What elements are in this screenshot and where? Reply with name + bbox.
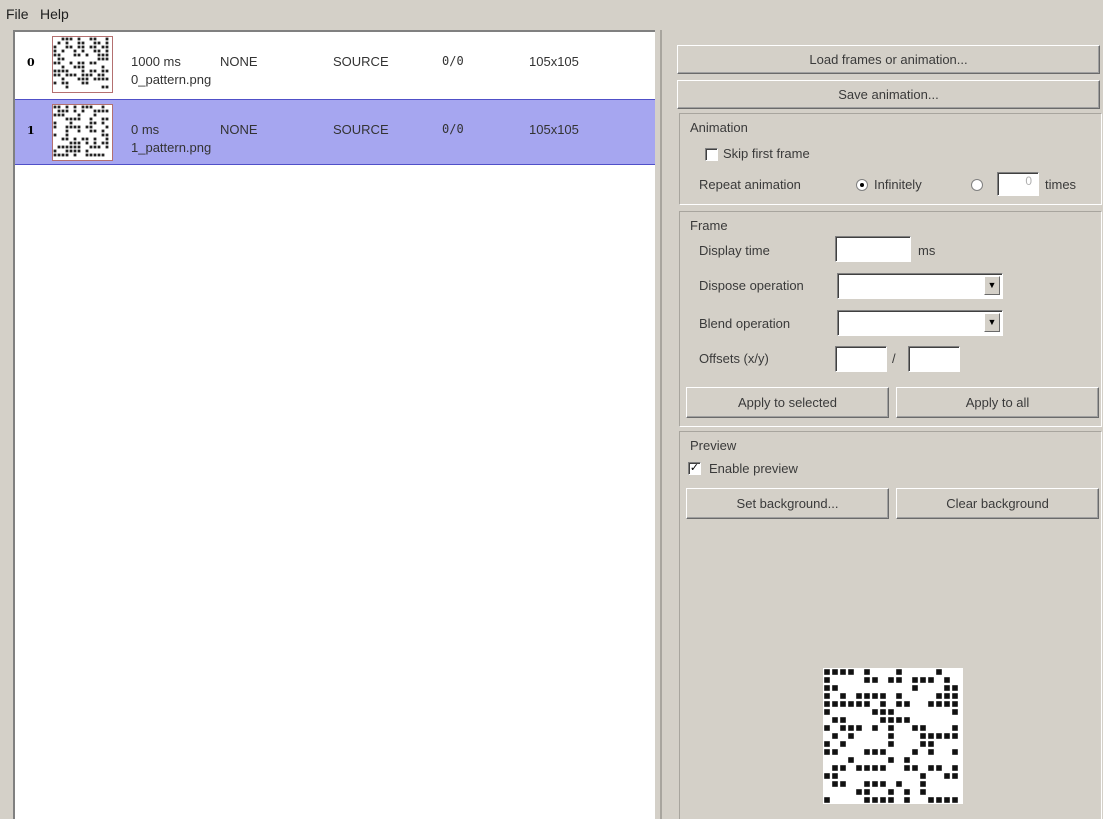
repeat-count-value: 0 <box>1025 174 1032 188</box>
set-background-button[interactable]: Set background... <box>686 488 889 519</box>
menu-bar: File Help <box>0 0 1103 28</box>
offset-y-input[interactable] <box>908 346 960 372</box>
frame-thumbnail <box>52 36 113 93</box>
preview-group-title: Preview <box>690 438 737 453</box>
dispose-operation-label: Dispose operation <box>699 278 804 293</box>
frame-thumbnail <box>52 104 113 161</box>
frame-offset: 0/0 <box>442 54 464 68</box>
repeat-infinitely-radio[interactable] <box>856 179 868 191</box>
offsets-label: Offsets (x/y) <box>699 351 769 366</box>
pattern-thumbnail-0 <box>53 37 109 89</box>
frame-index: 0 <box>27 56 35 69</box>
display-time-label: Display time <box>699 243 770 258</box>
apply-to-selected-button[interactable]: Apply to selected <box>686 387 889 418</box>
skip-first-frame-label: Skip first frame <box>723 146 810 161</box>
frame-group-title: Frame <box>690 218 728 233</box>
enable-preview-checkbox[interactable]: ✓ <box>688 462 701 475</box>
load-frames-button[interactable]: Load frames or animation... <box>677 45 1100 74</box>
animation-group: Animation Skip first frame Repeat animat… <box>679 113 1102 205</box>
frame-filename: 1_pattern.png <box>131 140 212 155</box>
frame-size: 105x105 <box>529 54 579 69</box>
repeat-count-input[interactable]: 0 <box>997 172 1039 196</box>
frame-blend: SOURCE <box>333 122 389 137</box>
frame-list[interactable]: 0 1000 ms NONE SOURCE 0/0 105x105 0_patt… <box>13 30 655 819</box>
skip-first-frame-checkbox[interactable] <box>705 148 718 161</box>
times-label: times <box>1045 177 1077 192</box>
enable-preview-label: Enable preview <box>709 461 798 476</box>
menu-help[interactable]: Help <box>40 6 69 22</box>
offset-x-input[interactable] <box>835 346 887 372</box>
frame-delay: 0 ms <box>131 122 160 137</box>
chevron-down-icon[interactable]: ▼ <box>984 313 1000 332</box>
animation-preview <box>823 668 963 804</box>
dispose-operation-select[interactable]: ▼ <box>837 273 1003 299</box>
frame-blend: SOURCE <box>333 54 389 69</box>
frame-index: 1 <box>27 124 35 137</box>
repeat-times-radio[interactable] <box>971 179 983 191</box>
splitter[interactable] <box>660 30 662 819</box>
frame-row-1[interactable]: 1 0 ms NONE SOURCE 0/0 105x105 1_pattern… <box>15 99 655 165</box>
frame-offset: 0/0 <box>442 122 464 136</box>
offset-separator: / <box>892 351 896 366</box>
frame-dispose: NONE <box>220 54 258 69</box>
pattern-thumbnail-1 <box>53 105 109 157</box>
frame-filename: 0_pattern.png <box>131 72 212 87</box>
blend-operation-label: Blend operation <box>699 316 791 331</box>
frame-delay: 1000 ms <box>131 54 181 69</box>
apply-to-all-button[interactable]: Apply to all <box>896 387 1099 418</box>
ms-label: ms <box>918 243 936 258</box>
pattern-preview-image <box>824 669 958 803</box>
blend-operation-select[interactable]: ▼ <box>837 310 1003 336</box>
display-time-input[interactable] <box>835 236 911 262</box>
frame-group: Frame Display time ms Dispose operation … <box>679 211 1102 427</box>
chevron-down-icon[interactable]: ▼ <box>984 276 1000 295</box>
repeat-infinitely-label: Infinitely <box>874 177 922 192</box>
frame-size: 105x105 <box>529 122 579 137</box>
menu-file[interactable]: File <box>6 6 29 22</box>
frame-row-0[interactable]: 0 1000 ms NONE SOURCE 0/0 105x105 0_patt… <box>15 32 655 98</box>
repeat-animation-label: Repeat animation <box>699 177 801 192</box>
animation-group-title: Animation <box>690 120 748 135</box>
frame-dispose: NONE <box>220 122 258 137</box>
save-animation-button[interactable]: Save animation... <box>677 80 1100 109</box>
clear-background-button[interactable]: Clear background <box>896 488 1099 519</box>
